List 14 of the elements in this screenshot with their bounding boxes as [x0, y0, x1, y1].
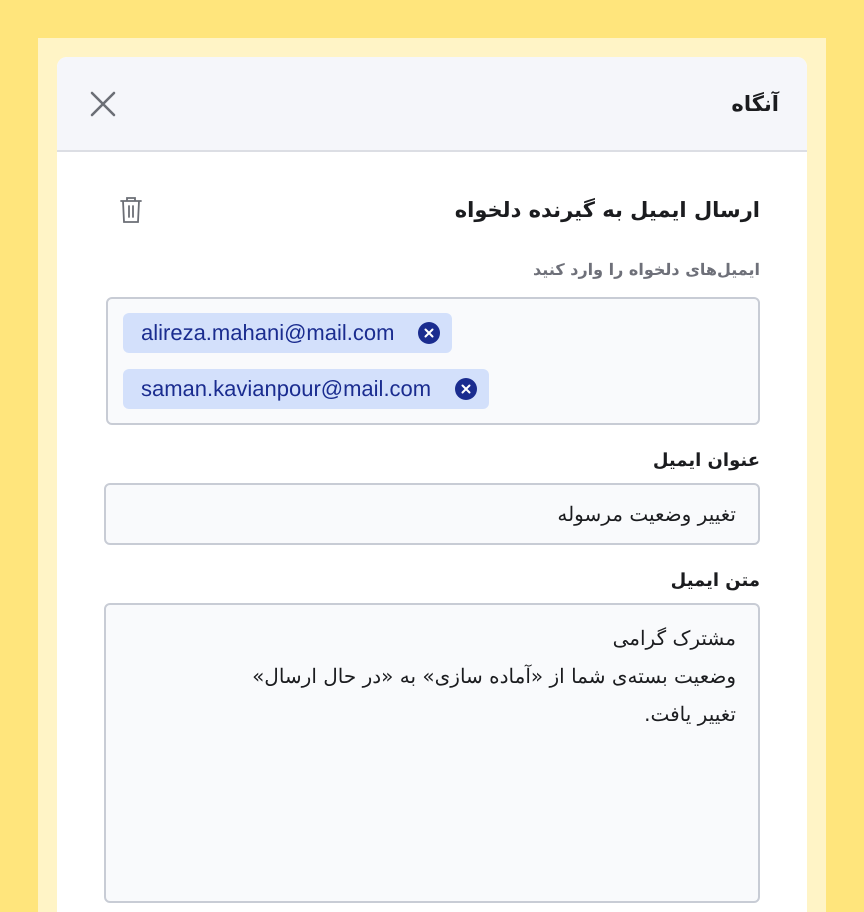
dialog-title: آنگاه — [731, 92, 779, 116]
remove-icon[interactable] — [418, 322, 440, 344]
field-label: ایمیل‌های دلخواه را وارد کنید — [532, 260, 760, 279]
subject-field[interactable]: تغییر وضعیت مرسوله — [104, 483, 760, 545]
section-title: ارسال ایمیل به گیرنده دلخواه — [454, 198, 760, 222]
delete-button[interactable] — [119, 196, 143, 224]
close-button[interactable] — [89, 90, 117, 118]
field-label: عنوان ایمیل — [652, 450, 760, 471]
field-label: متن ایمیل — [670, 570, 760, 591]
email-input-field[interactable]: alireza.mahani@mail.com saman.kavianpour@mail.com — [106, 297, 760, 425]
remove-icon[interactable] — [455, 378, 478, 400]
chip-text: alireza.mahani@mail.com — [141, 320, 394, 346]
message-field[interactable]: مشترک گرامی وضعیت بسته‌ی شما از «آماده سازی» به «در حال ارسال» تغییر یافت. — [104, 603, 760, 903]
chip-text: saman.kavianpour@mail.com — [141, 376, 432, 402]
